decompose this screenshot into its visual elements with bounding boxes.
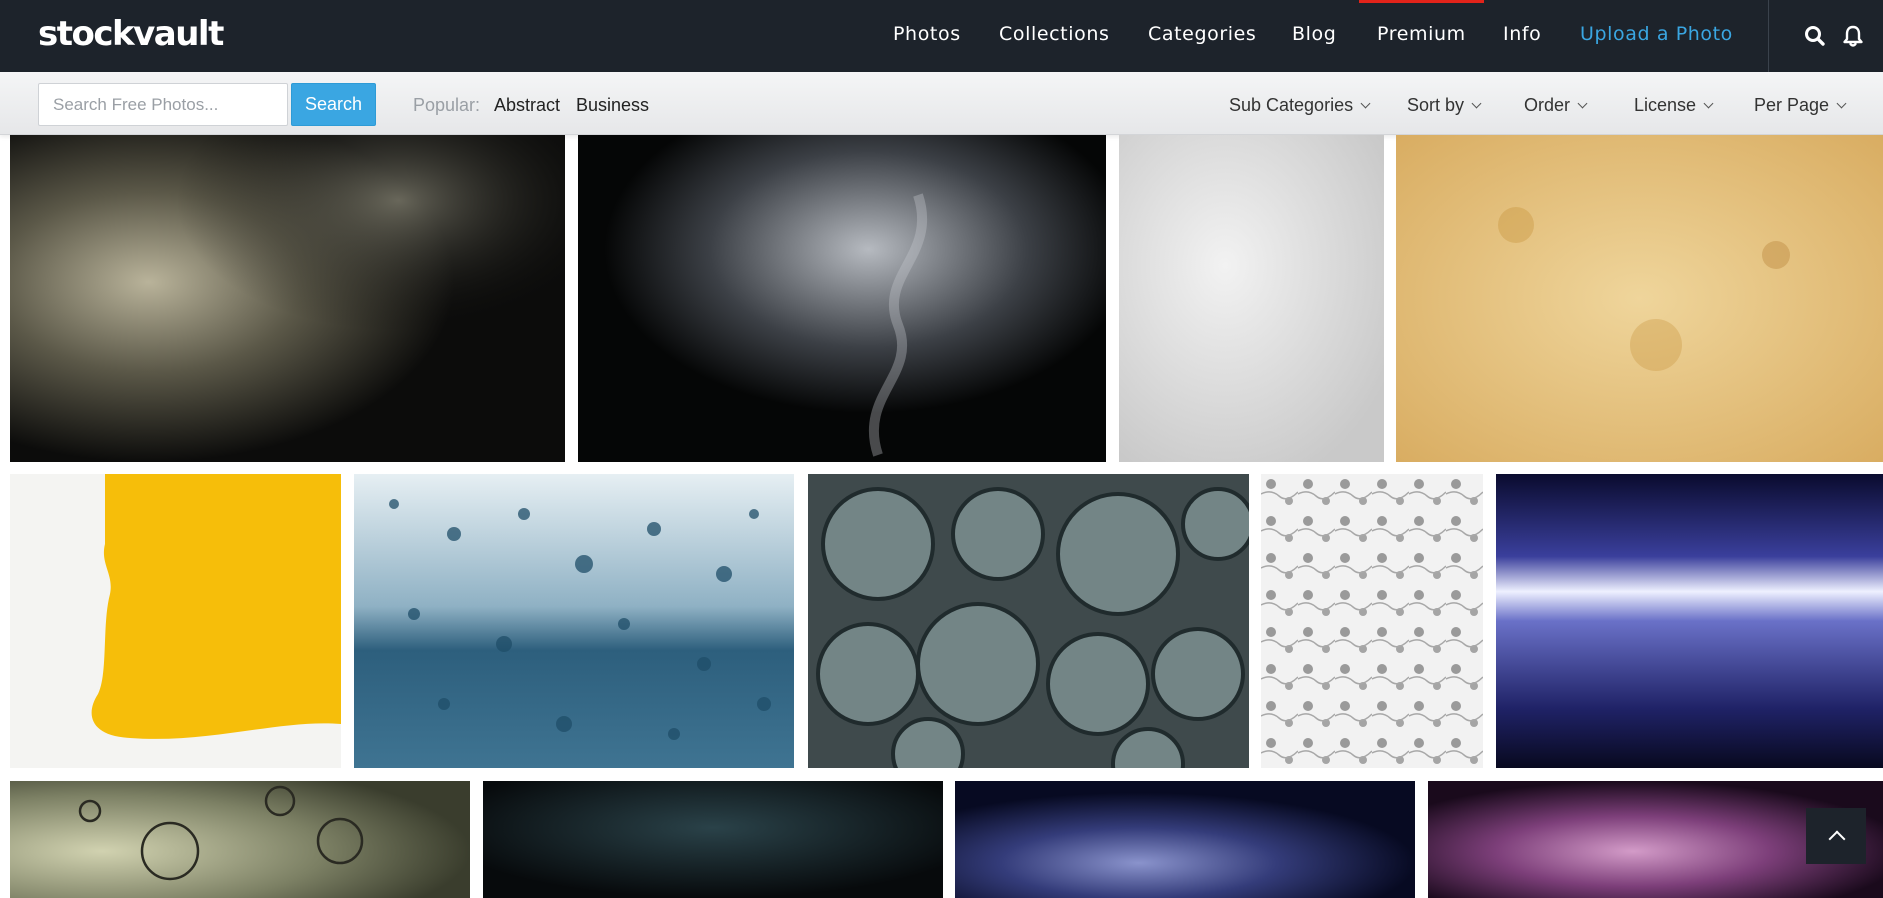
filter-sub-categories[interactable]: Sub Categories — [1229, 94, 1371, 116]
nav-collections[interactable]: Collections — [999, 0, 1109, 72]
photo-tile-bubbles-green[interactable] — [10, 781, 470, 898]
chevron-down-icon — [1471, 98, 1482, 109]
search-button[interactable]: Search — [291, 83, 376, 126]
nav-premium[interactable]: Premium — [1359, 0, 1484, 72]
top-navigation-bar: stockvault Photos Collections Categories… — [0, 0, 1883, 72]
nav-photos[interactable]: Photos — [893, 0, 961, 72]
nav-premium-label: Premium — [1377, 23, 1466, 45]
photo-tile-bubbles[interactable] — [808, 474, 1249, 768]
photo-tile-water-drops[interactable] — [354, 474, 794, 768]
photo-tile-blue-light-streak[interactable] — [1496, 474, 1883, 768]
photo-tile-smoke-grey[interactable] — [578, 135, 1106, 462]
chevron-down-icon — [1577, 98, 1588, 109]
chevron-down-icon — [1703, 98, 1714, 109]
popular-label: Popular: — [413, 95, 481, 115]
search-filter-bar: Search Popular: Abstract Business Sub Ca… — [0, 72, 1883, 135]
premium-active-marker — [1359, 0, 1484, 3]
search-icon[interactable] — [1800, 21, 1830, 51]
popular-tags: Popular: — [413, 94, 480, 116]
back-to-top-button[interactable] — [1806, 808, 1866, 864]
nav-categories[interactable]: Categories — [1148, 0, 1256, 72]
photo-tile-grey-texture[interactable] — [1119, 135, 1384, 462]
filter-license[interactable]: License — [1634, 94, 1714, 116]
filter-label: License — [1634, 95, 1697, 115]
photo-tile-smoke-dark[interactable] — [10, 135, 565, 462]
filter-label: Order — [1524, 95, 1571, 115]
nav-divider — [1768, 0, 1769, 72]
stockvault-logo[interactable]: stockvault — [38, 14, 224, 54]
popular-link-business[interactable]: Business — [576, 95, 649, 115]
chevron-down-icon — [1360, 98, 1371, 109]
filter-sort-by[interactable]: Sort by — [1407, 94, 1482, 116]
photo-tile-smoke-teal[interactable] — [483, 781, 943, 898]
popular-link-abstract[interactable]: Abstract — [494, 95, 560, 115]
nav-upload-photo[interactable]: Upload a Photo — [1580, 0, 1733, 72]
photo-tile-yellow-paint[interactable] — [10, 474, 341, 768]
photo-tile-parchment[interactable] — [1396, 135, 1883, 462]
filter-label: Sort by — [1407, 95, 1465, 115]
search-input[interactable] — [38, 83, 288, 126]
photo-tile-smoke-blue[interactable] — [955, 781, 1415, 898]
bell-icon[interactable] — [1838, 21, 1868, 51]
nav-blog[interactable]: Blog — [1292, 0, 1336, 72]
nav-info[interactable]: Info — [1503, 0, 1541, 72]
photo-tile-floral-pattern[interactable] — [1261, 474, 1483, 768]
filter-label: Per Page — [1754, 95, 1830, 115]
filter-label: Sub Categories — [1229, 95, 1354, 115]
chevron-down-icon — [1836, 98, 1847, 109]
filter-per-page[interactable]: Per Page — [1754, 94, 1847, 116]
filter-order[interactable]: Order — [1524, 94, 1588, 116]
